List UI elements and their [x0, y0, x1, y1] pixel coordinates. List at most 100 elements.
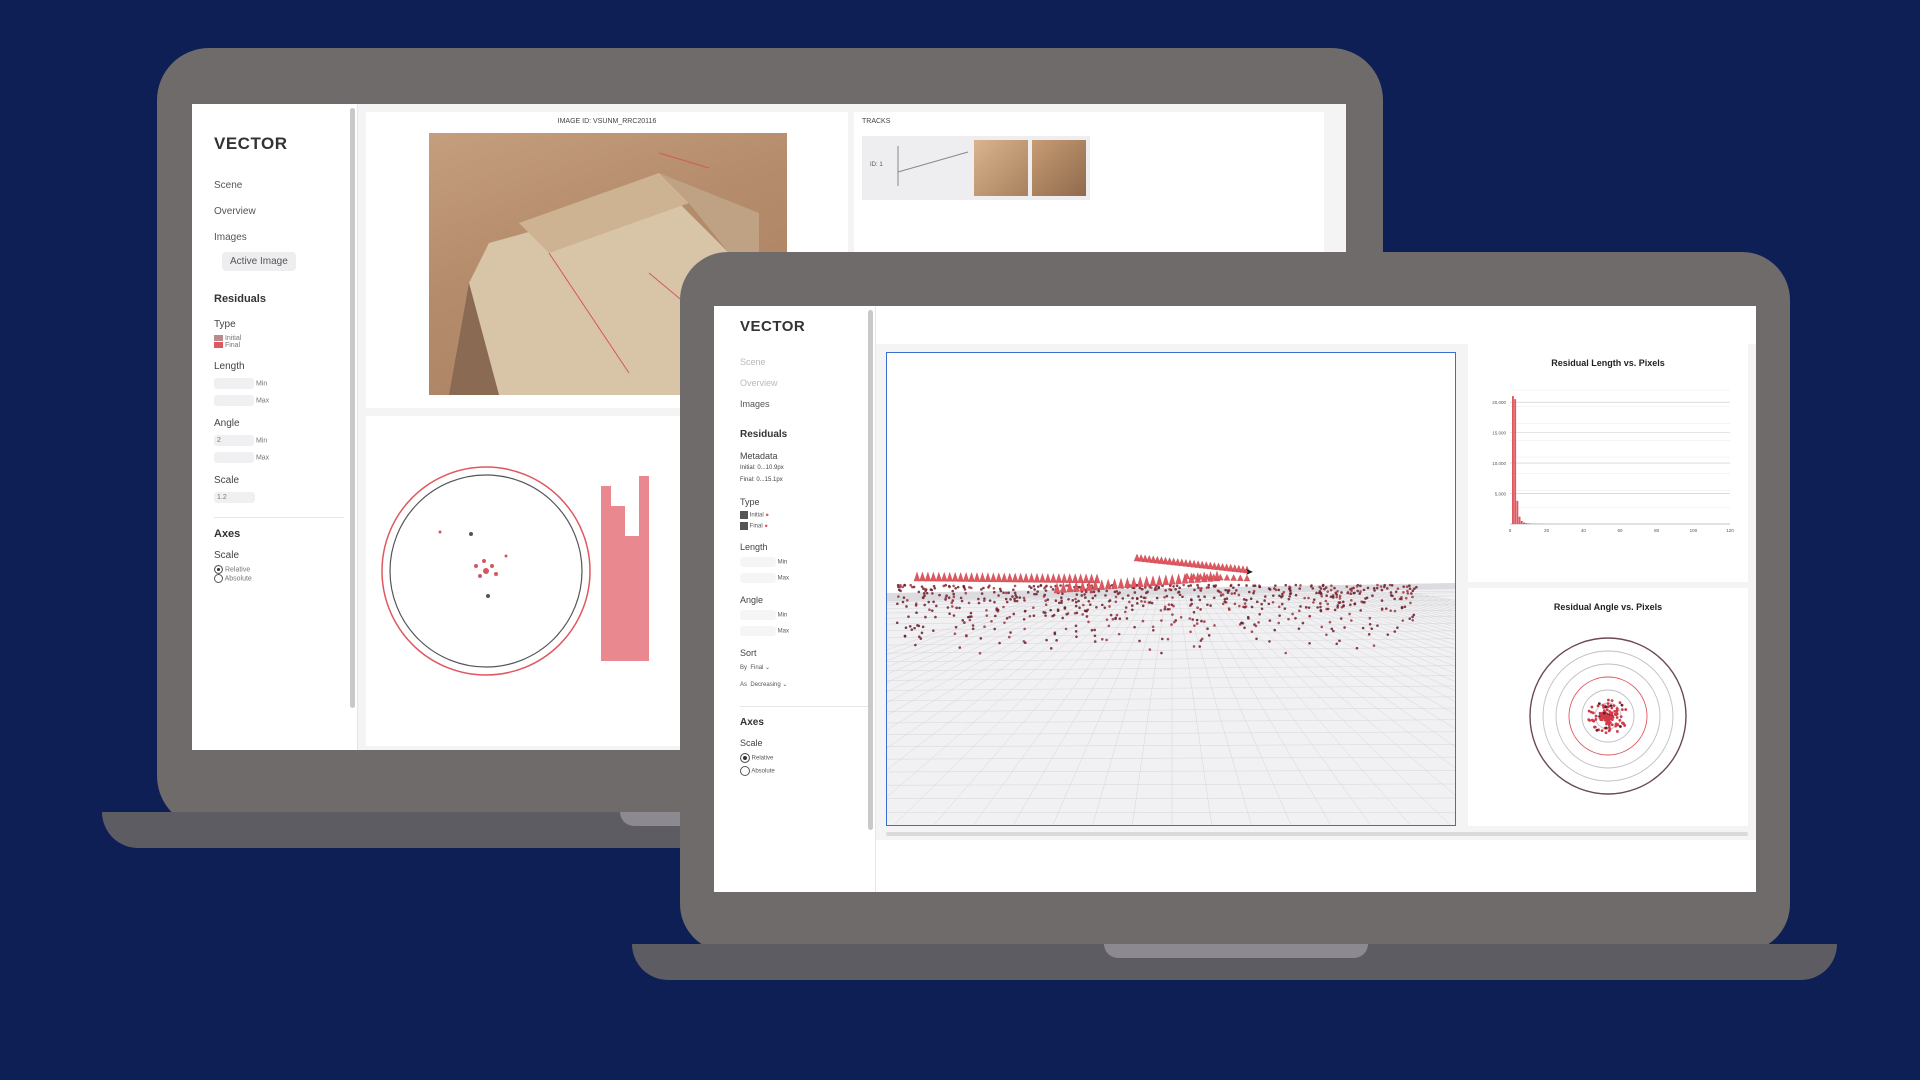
front-sort-by-select[interactable]: Final	[750, 665, 763, 671]
front-sort-as[interactable]: As Decreasing ⌄	[740, 681, 875, 688]
polar-point[interactable]	[1618, 718, 1622, 722]
chevron-down-icon[interactable]: ⌄	[782, 682, 787, 688]
polar-point[interactable]	[1587, 718, 1591, 722]
back-nav-scene[interactable]: Scene	[214, 180, 357, 191]
polar-point[interactable]	[1610, 715, 1614, 719]
chevron-down-icon[interactable]: ⌄	[765, 665, 770, 671]
front-radio-absolute[interactable]	[740, 766, 750, 776]
polar-point[interactable]	[1612, 704, 1616, 708]
polar-point[interactable]	[1620, 708, 1624, 712]
back-nav-overview[interactable]: Overview	[214, 206, 357, 217]
polar-point[interactable]	[1620, 703, 1624, 707]
front-nav-overview[interactable]: Overview	[740, 378, 875, 388]
back-angle-max[interactable]: Max	[214, 452, 357, 463]
back-axes-relative[interactable]: Relative	[214, 565, 357, 574]
front-nav-scene[interactable]: Scene	[740, 357, 875, 367]
hist-bar[interactable]	[1525, 523, 1528, 524]
back-type-final[interactable]: Final	[214, 342, 357, 349]
polar-point[interactable]	[1615, 716, 1619, 719]
front-angle-min-input[interactable]	[740, 610, 776, 620]
polar-point[interactable]	[1599, 713, 1602, 717]
polar-point[interactable]	[1594, 718, 1598, 721]
polar-point[interactable]	[1591, 719, 1595, 722]
back-track-thumb-1[interactable]	[974, 140, 1028, 196]
initial-checkbox-icon[interactable]	[740, 511, 748, 519]
back-angle-min[interactable]: 2 Min	[214, 435, 357, 446]
back-sidebar-scrollbar[interactable]	[350, 108, 355, 708]
front-h-scrollbar[interactable]	[886, 832, 1748, 836]
back-length-max-input[interactable]	[214, 395, 254, 406]
polar-point[interactable]	[1609, 712, 1613, 716]
front-length-max-input[interactable]	[740, 573, 776, 583]
back-length-min[interactable]: Min	[214, 378, 357, 389]
polar-point[interactable]	[1604, 726, 1608, 730]
polar-point[interactable]	[1610, 699, 1614, 703]
polar-point[interactable]	[1607, 698, 1610, 702]
back-nav-active-image[interactable]: Active Image	[222, 252, 296, 271]
back-track-row[interactable]: ID: 1	[862, 136, 1090, 200]
back-axes-absolute[interactable]: Absolute	[214, 574, 357, 583]
back-radio-absolute[interactable]	[214, 574, 223, 583]
polar-point[interactable]	[1610, 723, 1614, 727]
front-nav-images[interactable]: Images	[740, 399, 875, 409]
hist-bar[interactable]	[1520, 520, 1523, 524]
front-length-max[interactable]: Max	[740, 573, 875, 583]
polar-point[interactable]	[1606, 721, 1610, 725]
hist-bar[interactable]	[1514, 399, 1517, 524]
polar-point[interactable]	[1587, 709, 1591, 713]
polar-point[interactable]	[1595, 728, 1599, 732]
polar-point[interactable]	[1604, 731, 1608, 735]
front-type-initial[interactable]: Initial ●	[740, 511, 875, 519]
front-angle-min[interactable]: Min	[740, 610, 875, 620]
hist-bar[interactable]	[1523, 522, 1525, 524]
polar-point[interactable]	[1606, 702, 1610, 705]
polar-point[interactable]	[1610, 706, 1614, 710]
polar-point[interactable]	[1604, 705, 1608, 709]
back-type-initial[interactable]: Initial	[214, 335, 357, 342]
polar-point[interactable]	[1621, 721, 1625, 725]
front-sidebar-scrollbar[interactable]	[868, 310, 873, 830]
front-3d-viewport[interactable]: ➤	[886, 352, 1456, 826]
polar-point[interactable]	[1623, 724, 1627, 727]
polar-point[interactable]	[1607, 725, 1611, 729]
polar-point[interactable]	[1600, 729, 1604, 733]
polar-point[interactable]	[1619, 715, 1623, 719]
polar-point[interactable]	[1604, 713, 1608, 717]
front-radio-relative[interactable]	[740, 753, 750, 763]
hist-bar[interactable]	[1518, 516, 1521, 524]
hist-bar[interactable]	[1527, 523, 1530, 524]
polar-point[interactable]	[1618, 701, 1622, 705]
back-scale-input[interactable]: 1.2	[214, 492, 255, 503]
polar-point[interactable]	[1609, 704, 1613, 708]
back-nav-images[interactable]: Images	[214, 232, 357, 243]
front-sort-by[interactable]: By Final ⌄	[740, 664, 875, 671]
polar-point[interactable]	[1593, 725, 1597, 729]
back-track-thumb-2[interactable]	[1032, 140, 1086, 196]
polar-point[interactable]	[1590, 705, 1594, 709]
front-type-final[interactable]: Final ●	[740, 522, 875, 530]
polar-point[interactable]	[1594, 714, 1598, 718]
back-radio-relative[interactable]	[214, 565, 223, 574]
polar-point[interactable]	[1605, 708, 1609, 712]
front-sort-as-select[interactable]: Decreasing	[750, 682, 780, 688]
back-angle-max-input[interactable]	[214, 452, 254, 463]
polar-point[interactable]	[1624, 708, 1628, 711]
front-angle-max[interactable]: Max	[740, 626, 875, 636]
polar-point[interactable]	[1598, 716, 1602, 720]
final-checkbox-icon[interactable]	[740, 522, 748, 530]
polar-point[interactable]	[1614, 722, 1618, 726]
polar-point[interactable]	[1619, 725, 1622, 728]
polar-point[interactable]	[1615, 730, 1619, 733]
front-angle-max-input[interactable]	[740, 626, 776, 636]
polar-point[interactable]	[1615, 707, 1619, 710]
front-axes-absolute[interactable]: Absolute	[740, 766, 875, 776]
back-length-max[interactable]: Max	[214, 395, 357, 406]
front-length-min-input[interactable]	[740, 557, 776, 567]
polar-point[interactable]	[1596, 704, 1600, 708]
front-axes-relative[interactable]: Relative	[740, 753, 875, 763]
hist-bar[interactable]	[1512, 396, 1514, 524]
hist-bar[interactable]	[1516, 500, 1519, 524]
back-length-min-input[interactable]	[214, 378, 254, 389]
polar-point[interactable]	[1615, 712, 1619, 716]
front-length-min[interactable]: Min	[740, 557, 875, 567]
